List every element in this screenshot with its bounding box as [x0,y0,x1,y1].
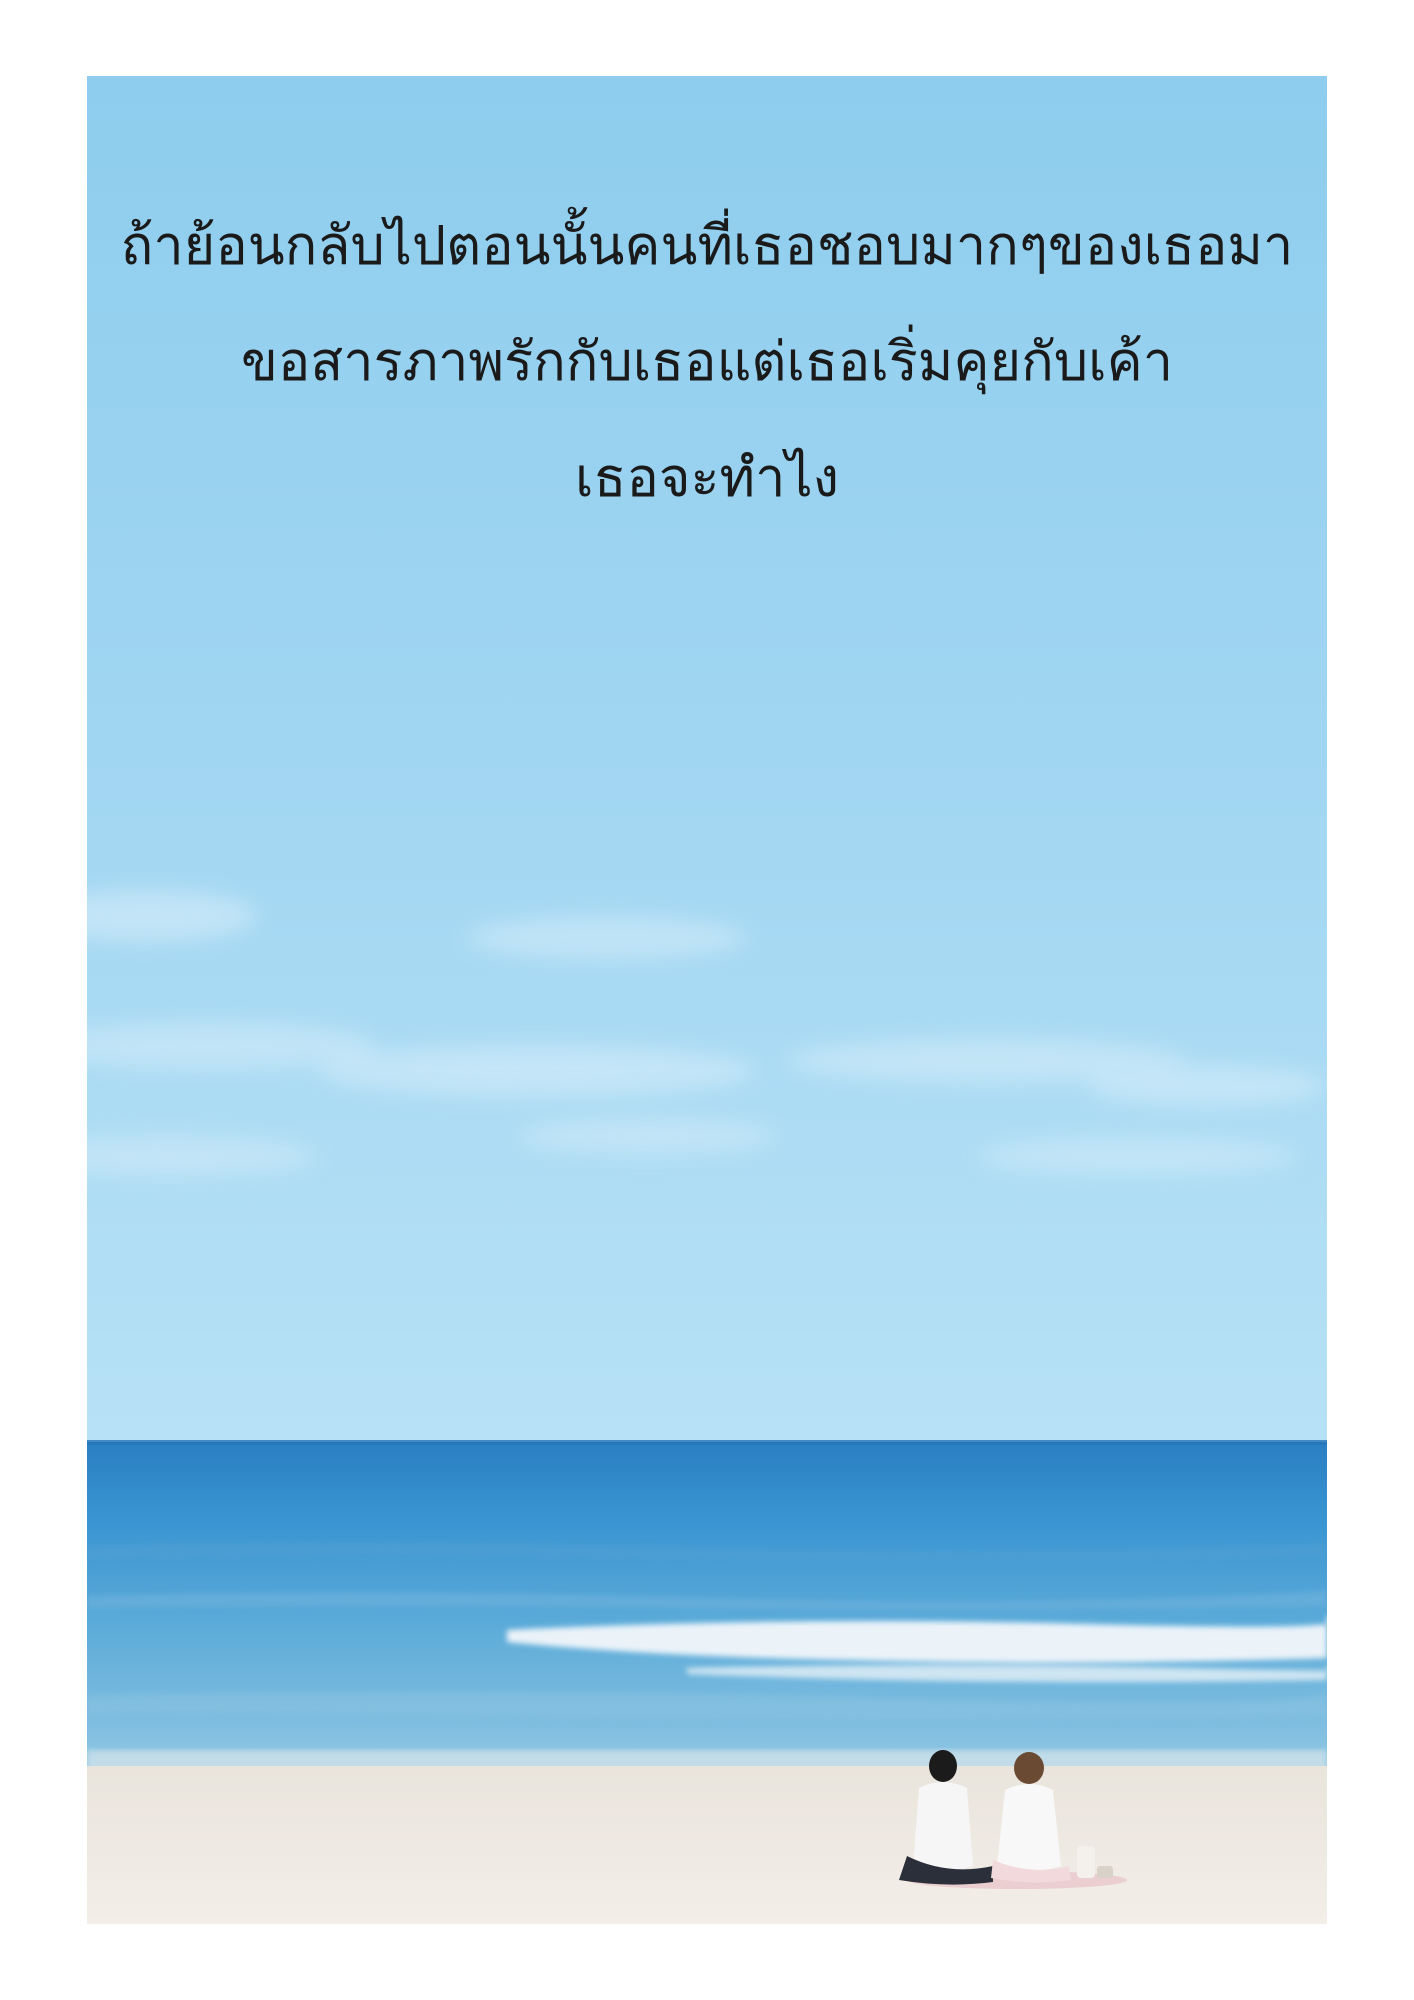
caption-line-3: เธอจะทำไง [575,446,839,509]
caption-text: ถ้าย้อนกลับไปตอนนั้นคนที่เธอชอบมากๆของเธ… [87,76,1327,536]
caption-line-2: ขอสารภาพรักกับเธอแต่เธอเริ่มคุยกับเค้า [240,330,1174,393]
sand [87,1766,1327,1924]
caption-line-1: ถ้าย้อนกลับไปตอนนั้นคนที่เธอชอบมากๆของเธ… [120,214,1294,277]
horizon-line [87,1440,1327,1445]
page: ถ้าย้อนกลับไปตอนนั้นคนที่เธอชอบมากๆของเธ… [0,0,1414,2000]
beach-photo: ถ้าย้อนกลับไปตอนนั้นคนที่เธอชอบมากๆของเธ… [87,76,1327,1924]
